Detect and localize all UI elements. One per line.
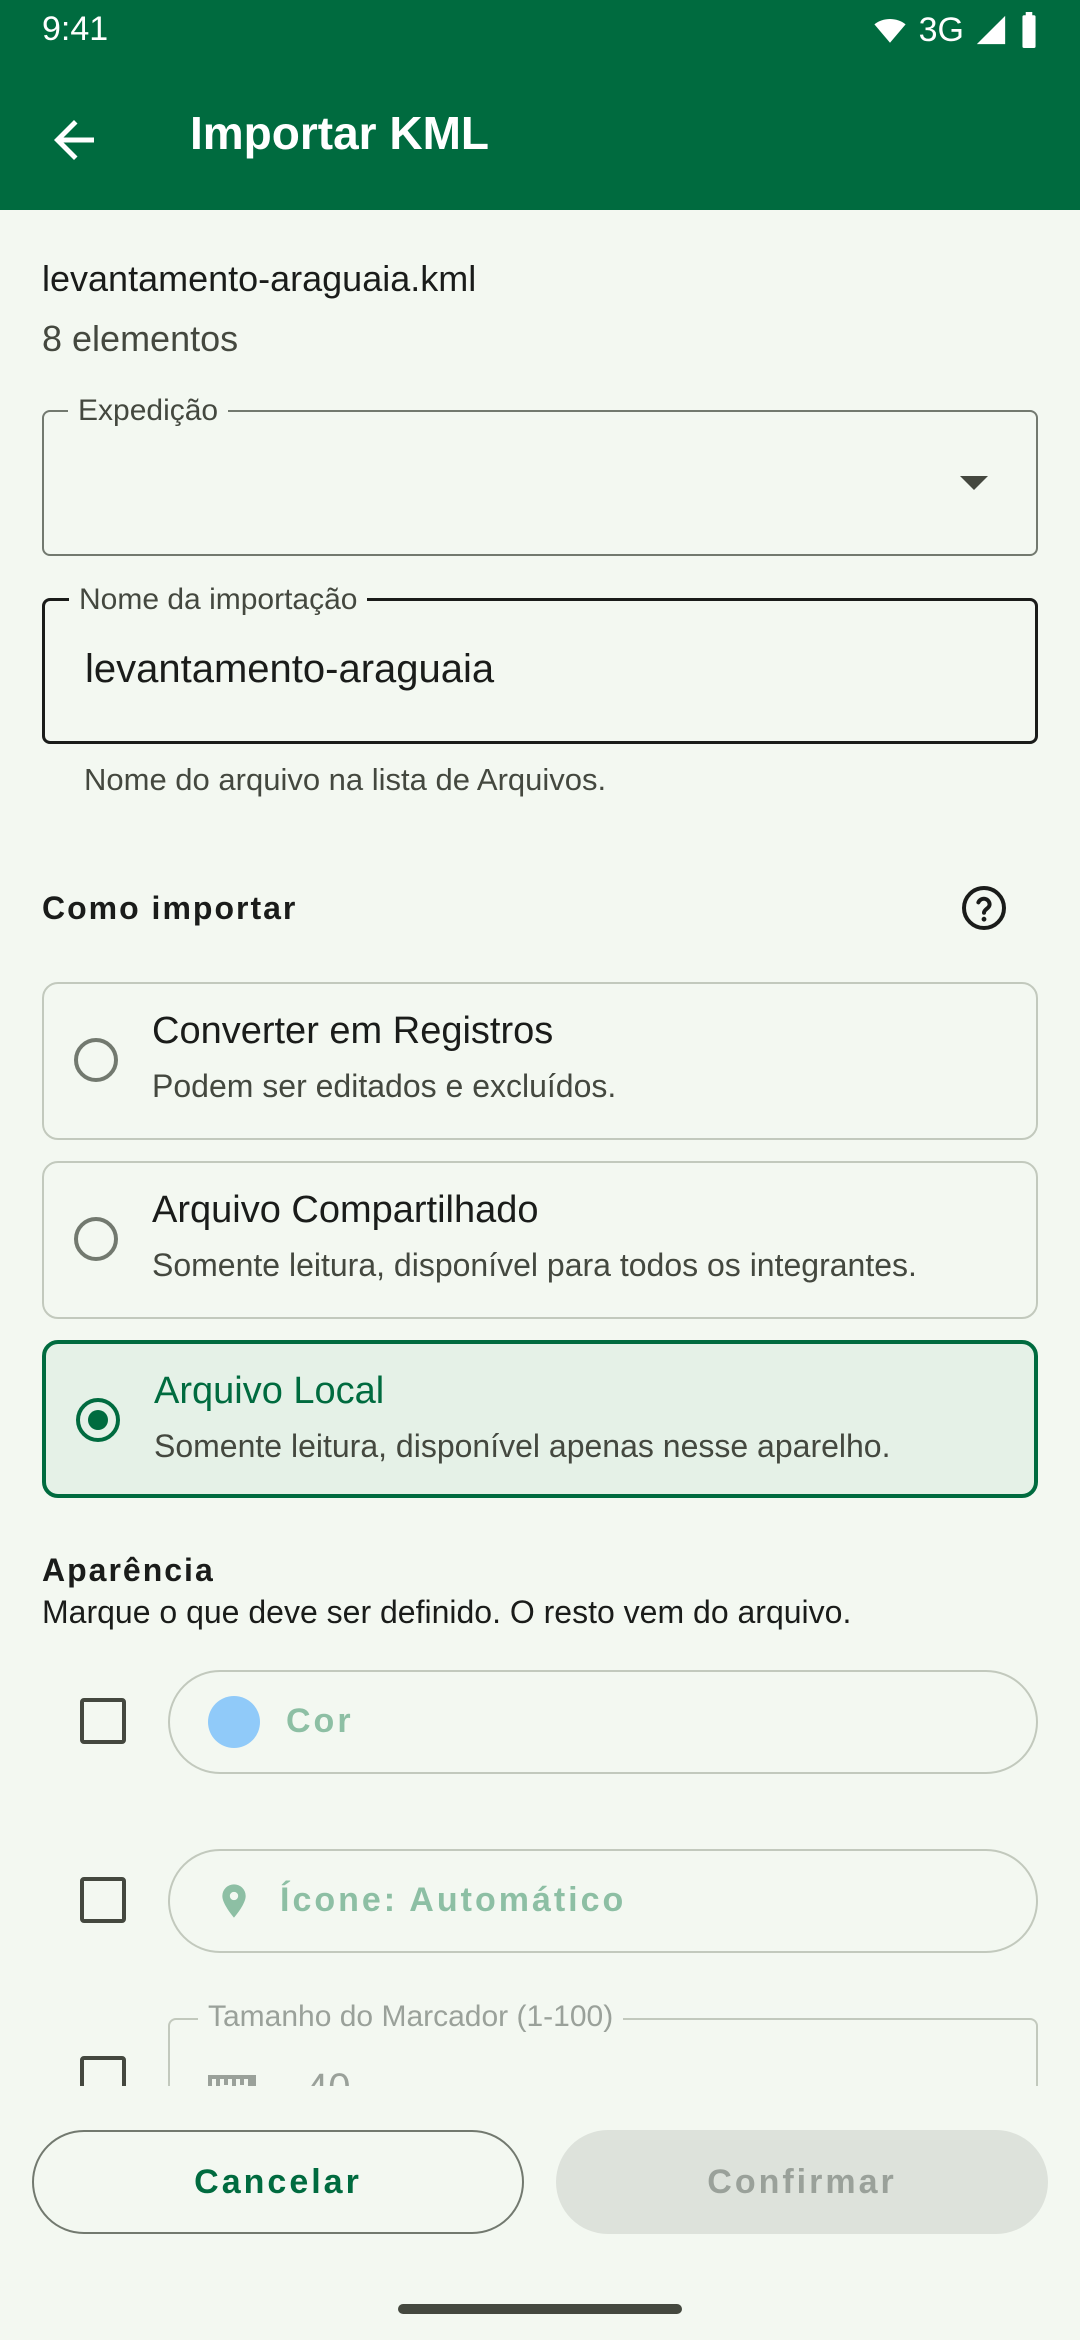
wifi-icon — [874, 19, 906, 43]
arrow-back-icon[interactable] — [44, 110, 104, 170]
radio-button[interactable] — [74, 1038, 118, 1082]
how-to-import-title: Como importar — [42, 890, 298, 926]
page-title: Importar KML — [190, 107, 489, 159]
cancel-button[interactable]: Cancelar — [32, 2130, 524, 2234]
marker-size-checkbox[interactable] — [80, 2056, 126, 2086]
icon-label: Ícone: Automático — [280, 1881, 627, 1919]
expedition-dropdown[interactable]: Expedição — [42, 394, 1038, 556]
color-checkbox[interactable] — [80, 1698, 126, 1744]
radio-button[interactable] — [74, 1217, 118, 1261]
file-name: levantamento-araguaia.kml — [42, 258, 477, 299]
help-icon[interactable] — [960, 884, 1008, 932]
color-swatch — [208, 1696, 260, 1748]
scroll-content-clip: Tamanho do Marcador (1-100) 40 — [0, 1990, 1080, 2086]
option-shared-file[interactable]: Arquivo Compartilhado Somente leitura, d… — [42, 1161, 1038, 1319]
network-label: 3G — [918, 10, 964, 49]
option-local-file[interactable]: Arquivo Local Somente leitura, disponíve… — [42, 1340, 1038, 1498]
status-time: 9:41 — [42, 10, 109, 48]
status-icons: 3G — [871, 8, 1040, 52]
option-title: Arquivo Local — [154, 1370, 385, 1412]
color-label: Cor — [286, 1702, 354, 1740]
element-count: 8 elementos — [42, 318, 239, 359]
appearance-subtitle: Marque o que deve ser definido. O resto … — [42, 1594, 852, 1630]
marker-size-input[interactable]: 40 — [306, 2066, 351, 2086]
expedition-label: Expedição — [68, 394, 229, 428]
map-pin-icon — [222, 1884, 246, 1918]
signal-icon — [976, 15, 1006, 45]
import-name-helper: Nome do arquivo na lista de Arquivos. — [84, 762, 607, 797]
import-name-input[interactable]: levantamento-araguaia — [85, 647, 494, 692]
marker-size-label: Tamanho do Marcador (1-100) — [198, 2000, 624, 2034]
import-name-field[interactable]: Nome da importação levantamento-araguaia — [42, 583, 1038, 744]
marker-size-field[interactable]: Tamanho do Marcador (1-100) 40 — [168, 2000, 1038, 2086]
icon-checkbox[interactable] — [80, 1877, 126, 1923]
icon-selector[interactable]: Ícone: Automático — [168, 1849, 1038, 1953]
status-bar: 9:41 3G — [0, 0, 1080, 60]
option-subtitle: Somente leitura, disponível apenas nesse… — [154, 1428, 891, 1464]
option-convert-records[interactable]: Converter em Registros Podem ser editado… — [42, 982, 1038, 1140]
battery-icon — [1022, 12, 1036, 48]
ruler-icon — [208, 2075, 256, 2086]
appearance-title: Aparência — [42, 1552, 215, 1588]
dropdown-arrow-icon[interactable] — [960, 476, 988, 490]
app-bar: Importar KML — [0, 60, 1080, 210]
option-title: Arquivo Compartilhado — [152, 1189, 539, 1231]
home-indicator — [398, 2304, 682, 2314]
radio-button-selected[interactable] — [76, 1398, 120, 1442]
option-subtitle: Somente leitura, disponível para todos o… — [152, 1247, 917, 1283]
confirm-button[interactable]: Confirmar — [556, 2130, 1048, 2234]
option-subtitle: Podem ser editados e excluídos. — [152, 1068, 617, 1104]
import-name-label: Nome da importação — [69, 583, 368, 617]
color-selector[interactable]: Cor — [168, 1670, 1038, 1774]
option-title: Converter em Registros — [152, 1010, 554, 1052]
